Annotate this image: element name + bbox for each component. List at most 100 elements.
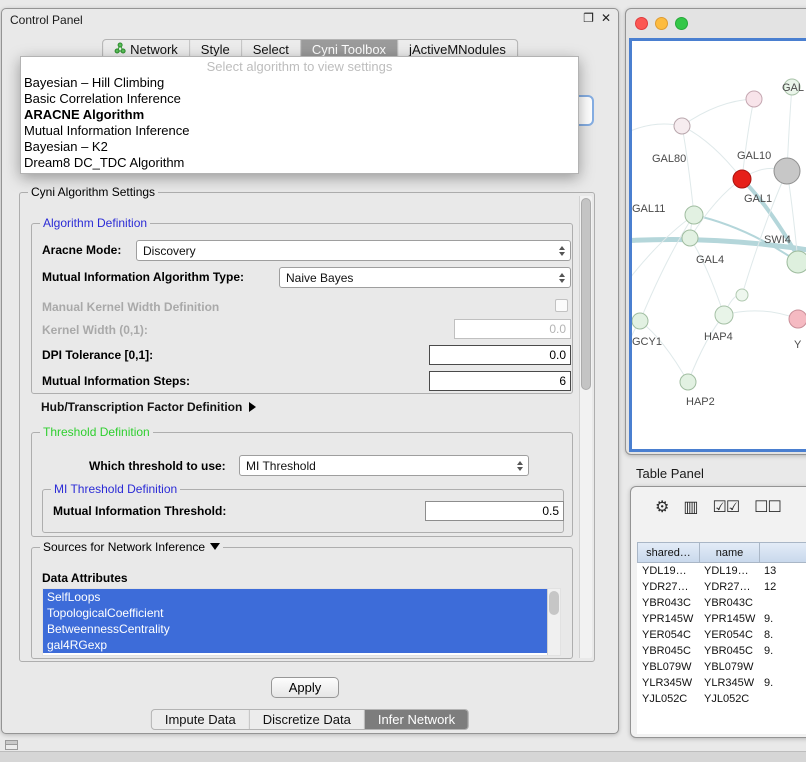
close-window-icon[interactable]: ✕ [601, 11, 611, 25]
algorithm-dropdown-popup: Select algorithm to view settings Bayesi… [20, 56, 579, 174]
manual-kernel-checkbox[interactable] [555, 299, 568, 312]
network-canvas[interactable]: GAL80GAL10GAL11GAL1SWI4GAL4GCY1HAP4HAP2G… [629, 38, 806, 452]
bottom-tabs: Impute DataDiscretize DataInfer Network [151, 709, 469, 730]
network-edge[interactable] [682, 126, 694, 215]
column-grid-icon[interactable]: ▥ [683, 500, 697, 516]
scrollbar-thumb[interactable] [549, 591, 559, 615]
algorithm-definition-title: Algorithm Definition [40, 216, 150, 230]
settings-gear-icon[interactable]: ⚙ [655, 500, 668, 516]
apply-button[interactable]: Apply [271, 677, 339, 698]
tab-infer-network[interactable]: Infer Network [365, 710, 468, 729]
tab-label: Network [130, 42, 178, 57]
algorithm-option[interactable]: Mutual Information Inference [21, 123, 578, 139]
network-edge[interactable] [682, 99, 754, 126]
node-label: HAP4 [704, 331, 733, 343]
algorithm-option[interactable]: Bayesian – Hill Climbing [21, 75, 578, 91]
column-header[interactable] [760, 543, 806, 562]
list-item[interactable]: BetweennessCentrality [43, 621, 549, 637]
table-cell: 13 [759, 563, 806, 579]
network-edge[interactable] [688, 315, 724, 382]
settings-scrollbar-thumb[interactable] [581, 198, 591, 390]
mi-algorithm-type-select[interactable]: Naive Bayes [279, 267, 571, 288]
dpi-tolerance-field[interactable]: 0.0 [429, 345, 571, 365]
hide-unselected-icon[interactable]: ☐☐ [754, 500, 781, 516]
table-cell: YLR345W [699, 675, 759, 691]
hub-definition-toggle[interactable]: Hub/Transcription Factor Definition [41, 400, 256, 414]
table-row[interactable]: YLR345WYLR345W9. [637, 675, 806, 691]
network-node[interactable] [746, 91, 762, 107]
group-sources: Sources for Network Inference Data Attri… [31, 547, 573, 659]
network-node[interactable] [674, 118, 690, 134]
list-item[interactable]: SelfLoops [43, 589, 549, 605]
which-threshold-select[interactable]: MI Threshold [239, 455, 529, 476]
network-node[interactable] [774, 158, 800, 184]
network-node[interactable] [787, 251, 806, 273]
table-row[interactable]: YBR043CYBR043C [637, 595, 806, 611]
docked-panel-icon[interactable] [5, 740, 18, 750]
table-cell: YLR345W [637, 675, 699, 691]
float-window-icon[interactable]: ❐ [583, 11, 594, 25]
table-panel-title: Table Panel [636, 466, 704, 481]
network-graph[interactable]: GAL80GAL10GAL11GAL1SWI4GAL4GCY1HAP4HAP2G… [632, 41, 806, 451]
table-row[interactable]: YBR045CYBR045C9. [637, 643, 806, 659]
attributes-list-scrollbar[interactable] [547, 589, 560, 655]
table-row[interactable]: YDR27…YDR27…12 [637, 579, 806, 595]
node-label: GAL [782, 82, 804, 94]
table-cell: YJL052C [637, 691, 699, 707]
list-item[interactable]: TopologicalCoefficient [43, 605, 549, 621]
algorithm-option[interactable]: Bayesian – K2 [21, 139, 578, 155]
network-edge[interactable] [742, 179, 802, 264]
network-node[interactable] [682, 230, 698, 246]
table-row[interactable]: YJL052CYJL052C [637, 691, 806, 707]
settings-scrollbar[interactable] [579, 196, 592, 658]
table-cell: YBR045C [637, 643, 699, 659]
network-edge[interactable] [690, 238, 724, 315]
dropdown-placeholder: Select algorithm to view settings [21, 58, 578, 75]
table-header: shared…name [637, 542, 806, 563]
aracne-mode-select[interactable]: Discovery [136, 240, 571, 261]
show-selected-icon[interactable]: ☑☑ [712, 500, 739, 516]
node-label: SWI4 [764, 234, 791, 246]
algorithm-option[interactable]: Basic Correlation Inference [21, 91, 578, 107]
threshold-definition-title: Threshold Definition [40, 425, 153, 439]
kernel-width-field[interactable]: 0.0 [454, 319, 571, 339]
network-node[interactable] [733, 170, 751, 188]
network-node[interactable] [685, 206, 703, 224]
network-edge[interactable] [724, 311, 798, 319]
node-label: GAL11 [632, 203, 665, 215]
algorithm-option[interactable]: ARACNE Algorithm [21, 107, 578, 123]
sources-toggle[interactable]: Sources for Network Inference [40, 540, 223, 554]
mi-threshold-field[interactable]: 0.5 [425, 501, 564, 521]
column-header[interactable]: shared… [638, 543, 700, 562]
network-node[interactable] [632, 313, 648, 329]
network-node[interactable] [715, 306, 733, 324]
list-item[interactable]: gal4RGexp [43, 637, 549, 653]
table-cell: YPR145W [637, 611, 699, 627]
table-row[interactable]: YBL079WYBL079W [637, 659, 806, 675]
group-algorithm-definition: Algorithm Definition Aracne Mode: Discov… [31, 223, 573, 394]
network-edge[interactable] [682, 126, 742, 179]
mi-steps-field[interactable]: 6 [429, 371, 571, 391]
tab-impute-data[interactable]: Impute Data [152, 710, 250, 729]
tab-label: Style [201, 42, 230, 57]
spinner-icon [513, 461, 528, 471]
tab-discretize-data[interactable]: Discretize Data [250, 710, 365, 729]
network-edge[interactable] [632, 215, 694, 291]
table-toolbar: ⚙ ▥ ☑☑ ☐☐ [655, 494, 806, 522]
mi-threshold-definition-title: MI Threshold Definition [51, 482, 180, 496]
zoom-traffic-light-icon[interactable] [675, 17, 688, 30]
network-node[interactable] [736, 289, 748, 301]
algorithm-option[interactable]: Dream8 DC_TDC Algorithm [21, 155, 578, 171]
table-cell: YDL19… [637, 563, 699, 579]
network-node[interactable] [680, 374, 696, 390]
network-node[interactable] [789, 310, 806, 328]
close-traffic-light-icon[interactable] [635, 17, 648, 30]
column-header[interactable]: name [700, 543, 760, 562]
table-cell: YER054C [699, 627, 759, 643]
table-row[interactable]: YDL19…YDL19…13 [637, 563, 806, 579]
table-row[interactable]: YER054CYER054C8. [637, 627, 806, 643]
network-edge[interactable] [640, 321, 688, 382]
network-edge[interactable] [742, 99, 754, 179]
minimize-traffic-light-icon[interactable] [655, 17, 668, 30]
table-row[interactable]: YPR145WYPR145W9. [637, 611, 806, 627]
